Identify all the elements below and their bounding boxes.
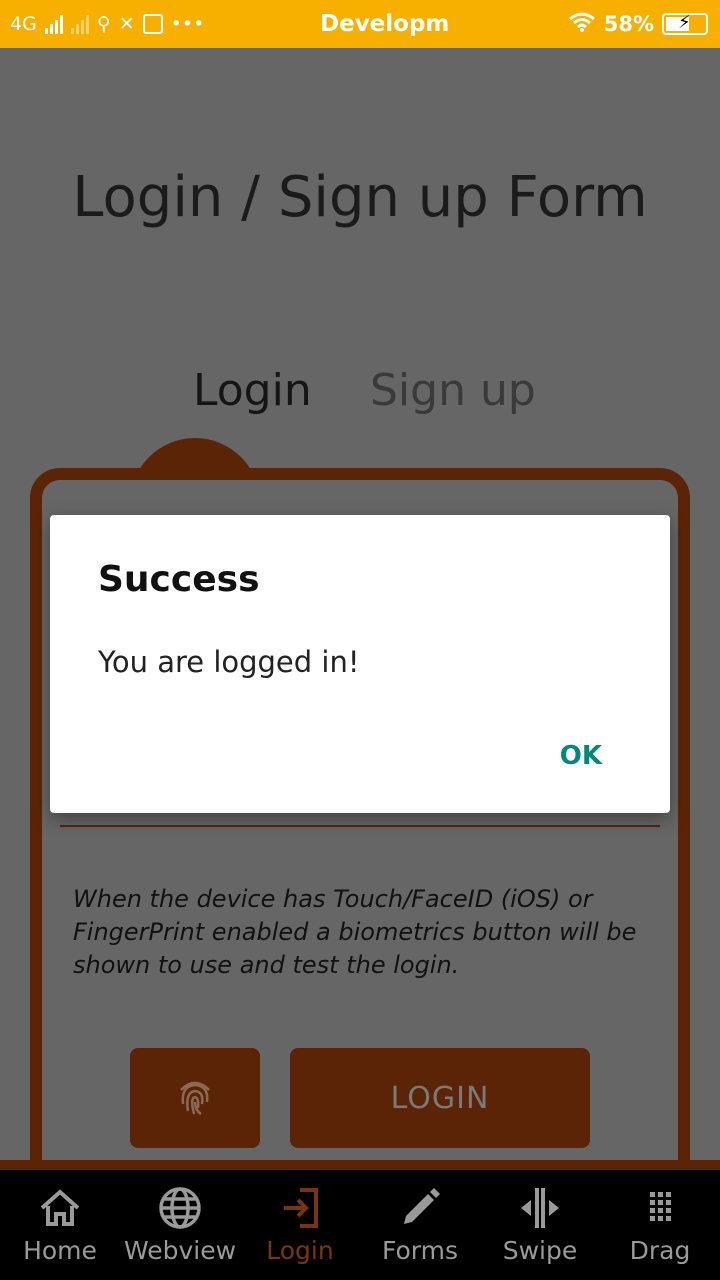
tools-icon: ✕ (118, 13, 135, 35)
grid-icon (636, 1184, 684, 1232)
wifi-icon (568, 11, 596, 38)
nav-item-swipe[interactable]: Swipe (480, 1170, 600, 1280)
login-button[interactable]: LOGIN (290, 1048, 590, 1148)
status-title: Developme (320, 11, 450, 37)
nav-item-login[interactable]: Login (240, 1170, 360, 1280)
page-title: Login / Sign up Form (72, 165, 648, 230)
nav-item-home[interactable]: Home (0, 1170, 120, 1280)
more-icon: ••• (170, 13, 205, 35)
network-type: 4G (10, 13, 37, 35)
globe-icon (156, 1184, 204, 1232)
signal-secondary-icon (70, 14, 89, 34)
nav-item-drag[interactable]: Drag (600, 1170, 720, 1280)
battery-icon: ⚡ (662, 12, 708, 35)
nav-label-drag: Drag (629, 1236, 691, 1265)
nav-label-webview: Webview (123, 1236, 237, 1265)
login-icon (276, 1184, 324, 1232)
status-right: 58% ⚡ (568, 0, 708, 48)
nav-label-forms: Forms (381, 1236, 458, 1265)
fingerprint-icon (173, 1074, 217, 1122)
swipe-icon (516, 1184, 564, 1232)
app-notification-icon (142, 14, 163, 34)
nav-label-home: Home (23, 1236, 97, 1265)
tab-login[interactable]: Login (193, 365, 312, 416)
nav-item-webview[interactable]: Webview (120, 1170, 240, 1280)
biometric-button[interactable] (130, 1048, 260, 1148)
ok-button[interactable]: OK (560, 741, 602, 771)
dialog-title: Success (98, 559, 260, 600)
tab-signup[interactable]: Sign up (370, 365, 536, 416)
biometric-note: When the device has Touch/FaceID (iOS) o… (73, 885, 637, 979)
bottom-navigation: Home Webview Login Forms Swipe Drag (0, 1170, 720, 1280)
nav-top-border (0, 1160, 720, 1170)
home-icon (36, 1184, 84, 1232)
divider (60, 825, 660, 827)
pencil-icon (396, 1184, 444, 1232)
battery-percent: 58% (603, 12, 654, 36)
success-dialog: Success You are logged in! OK (50, 515, 670, 813)
dialog-message: You are logged in! (98, 645, 360, 679)
status-left: 4G ⚲ ✕ ••• (10, 0, 204, 48)
signal-icon (44, 14, 63, 34)
nav-item-forms[interactable]: Forms (360, 1170, 480, 1280)
nav-label-login: Login (266, 1236, 334, 1265)
status-bar: 4G ⚲ ✕ ••• Developme 58% ⚡ (0, 0, 720, 48)
nav-label-swipe: Swipe (502, 1236, 578, 1265)
usb-icon: ⚲ (96, 13, 111, 35)
